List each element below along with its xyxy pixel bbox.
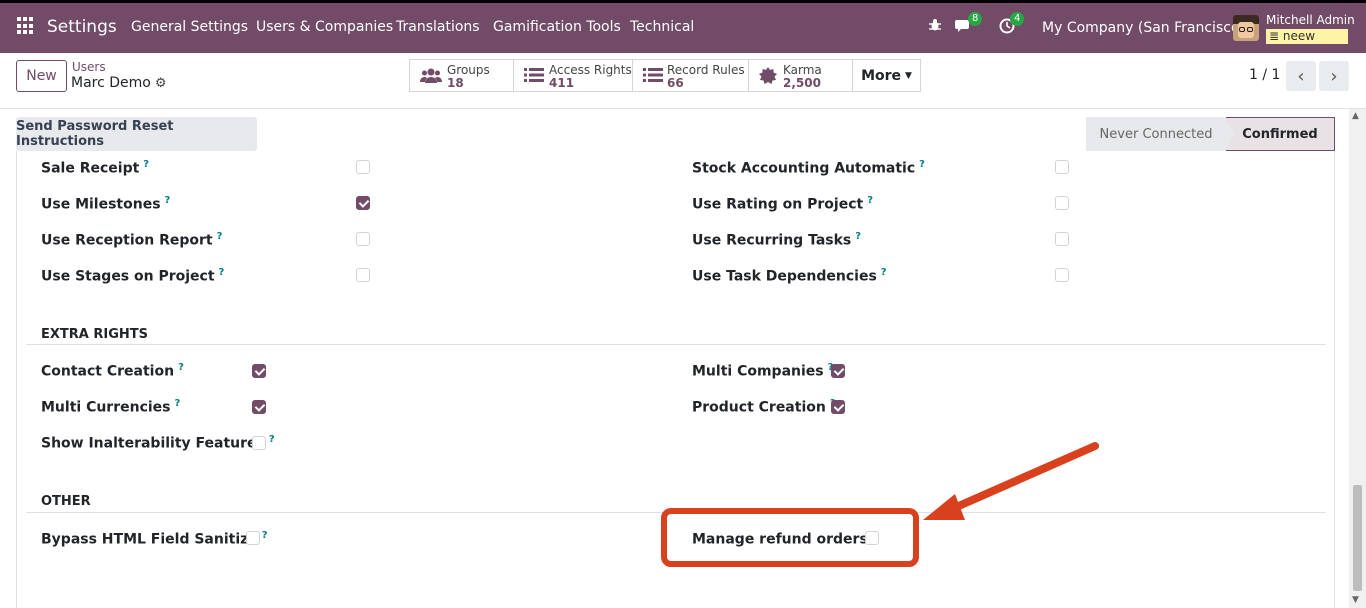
field-label-product-creation: Product Creation? xyxy=(692,398,836,416)
record-rules-smart-button[interactable]: Record Rules 66 xyxy=(632,59,749,92)
help-icon[interactable]: ? xyxy=(269,434,275,445)
groups-count: 18 xyxy=(447,76,464,90)
field-label-use-milestones: Use Milestones? xyxy=(41,195,171,213)
send-password-reset-button[interactable]: Send Password Reset Instructions xyxy=(16,117,257,151)
pager-previous-button[interactable]: ‹ xyxy=(1286,61,1316,91)
company-switcher[interactable]: My Company (San Francisco) xyxy=(1042,20,1245,36)
scroll-up-icon[interactable]: ▲ xyxy=(1352,111,1359,121)
menu-users-companies[interactable]: Users & Companies xyxy=(256,19,393,35)
messages-badge: 8 xyxy=(968,12,983,26)
field-label-stock-accounting-automatic: Stock Accounting Automatic? xyxy=(692,159,925,177)
checkbox-use-recurring-tasks[interactable] xyxy=(1055,232,1069,246)
field-label-use-recurring-tasks: Use Recurring Tasks? xyxy=(692,231,862,249)
help-icon[interactable]: ? xyxy=(165,195,171,206)
apps-grid-icon[interactable] xyxy=(17,17,35,35)
bug-icon[interactable] xyxy=(928,18,942,36)
database-tag: ≣ neew xyxy=(1266,29,1348,44)
help-icon[interactable]: ? xyxy=(143,159,149,170)
gear-icon[interactable]: ⚙ xyxy=(155,76,167,91)
users-icon xyxy=(420,67,442,90)
checkbox-stock-accounting-automatic[interactable] xyxy=(1055,160,1069,174)
list-icon xyxy=(643,67,663,88)
activities-badge: 4 xyxy=(1010,12,1025,26)
checkbox-use-task-dependencies[interactable] xyxy=(1055,268,1069,282)
karma-badge-icon xyxy=(759,67,777,90)
menu-general-settings[interactable]: General Settings xyxy=(131,19,248,35)
help-icon[interactable]: ? xyxy=(217,231,223,242)
section-title-extra-rights: EXTRA RIGHTS xyxy=(41,327,148,342)
top-navbar: Settings General Settings Users & Compan… xyxy=(0,0,1366,53)
karma-label: Karma xyxy=(783,63,822,77)
new-button[interactable]: New xyxy=(16,60,67,92)
checkbox-use-reception-report[interactable] xyxy=(356,232,370,246)
help-icon[interactable]: ? xyxy=(262,530,268,541)
field-label-show-inalterability-features: Show Inalterability Features? xyxy=(41,434,275,452)
field-label-use-stages-on-project: Use Stages on Project? xyxy=(41,267,225,285)
chat-icon[interactable]: 8 xyxy=(955,12,983,37)
checkbox-show-inalterability-features[interactable] xyxy=(252,436,266,450)
field-label-multi-currencies: Multi Currencies? xyxy=(41,398,181,416)
field-label-multi-companies: Multi Companies? xyxy=(692,362,833,380)
caret-down-icon: ▼ xyxy=(905,70,912,81)
breadcrumb-current: Marc Demo ⚙ xyxy=(71,75,167,91)
annotation-arrow-icon xyxy=(923,442,1099,520)
help-icon[interactable]: ? xyxy=(881,267,887,278)
list-icon xyxy=(524,67,544,88)
access-rights-label: Access Rights xyxy=(549,63,632,77)
field-label-use-reception-report: Use Reception Report? xyxy=(41,231,223,249)
help-icon[interactable]: ? xyxy=(855,231,861,242)
karma-value: 2,500 xyxy=(783,76,821,90)
record-rules-count: 66 xyxy=(667,76,684,90)
checkbox-use-stages-on-project[interactable] xyxy=(356,268,370,282)
help-icon[interactable]: ? xyxy=(178,362,184,373)
help-icon[interactable]: ? xyxy=(867,195,873,206)
field-label-use-rating-on-project: Use Rating on Project? xyxy=(692,195,873,213)
stage-arrow xyxy=(1224,117,1235,151)
karma-smart-button[interactable]: Karma 2,500 xyxy=(748,59,853,92)
checkbox-use-rating-on-project[interactable] xyxy=(1055,196,1069,210)
record-rules-label: Record Rules xyxy=(667,63,745,77)
checkbox-sale-receipt[interactable] xyxy=(356,160,370,174)
stage-confirmed[interactable]: Confirmed xyxy=(1226,117,1335,151)
checkbox-multi-companies[interactable] xyxy=(831,364,845,378)
pager-value[interactable]: 1 / 1 xyxy=(1249,67,1280,83)
breadcrumb-parent[interactable]: Users xyxy=(72,60,106,74)
field-label-bypass-html-field-sanitize: Bypass HTML Field Sanitize? xyxy=(41,530,268,548)
section-divider xyxy=(26,344,1326,345)
stage-never-connected[interactable]: Never Connected xyxy=(1086,117,1226,151)
checkbox-contact-creation[interactable] xyxy=(252,364,266,378)
chevron-right-icon: › xyxy=(1330,65,1338,87)
scrollbar-thumb[interactable] xyxy=(1353,485,1362,591)
groups-smart-button[interactable]: Groups 18 xyxy=(409,59,514,92)
help-icon[interactable]: ? xyxy=(919,159,925,170)
access-rights-smart-button[interactable]: Access Rights 411 xyxy=(513,59,633,92)
menu-technical[interactable]: Technical xyxy=(630,19,694,35)
checkbox-bypass-html-field-sanitize[interactable] xyxy=(246,531,260,545)
field-label-contact-creation: Contact Creation? xyxy=(41,362,184,380)
checkbox-product-creation[interactable] xyxy=(831,400,845,414)
app-name[interactable]: Settings xyxy=(47,17,117,37)
clock-icon[interactable]: 4 xyxy=(999,12,1025,38)
field-label-sale-receipt: Sale Receipt? xyxy=(41,159,150,177)
control-panel: New Users Marc Demo ⚙ Groups 18 Access Ri… xyxy=(0,53,1366,109)
groups-label: Groups xyxy=(447,63,490,77)
avatar[interactable] xyxy=(1233,15,1259,41)
user-name[interactable]: Mitchell Admin xyxy=(1266,13,1355,27)
help-icon[interactable]: ? xyxy=(219,267,225,278)
pager-next-button[interactable]: › xyxy=(1319,61,1349,91)
access-rights-count: 411 xyxy=(549,76,575,90)
menu-translations[interactable]: Translations xyxy=(396,19,480,35)
menu-gamification-tools[interactable]: Gamification Tools xyxy=(493,19,621,35)
checkbox-use-milestones[interactable] xyxy=(356,196,370,210)
annotation-highlight-box xyxy=(661,508,919,567)
field-label-use-task-dependencies: Use Task Dependencies? xyxy=(692,267,887,285)
more-dropdown-button[interactable]: More ▼ xyxy=(852,59,921,92)
chevron-left-icon: ‹ xyxy=(1297,65,1305,87)
checkbox-multi-currencies[interactable] xyxy=(252,400,266,414)
status-bar: Send Password Reset Instructions Never C… xyxy=(16,117,1335,151)
section-title-other: OTHER xyxy=(41,494,91,509)
scroll-down-icon[interactable]: ▼ xyxy=(1352,595,1359,605)
help-icon[interactable]: ? xyxy=(175,398,181,409)
